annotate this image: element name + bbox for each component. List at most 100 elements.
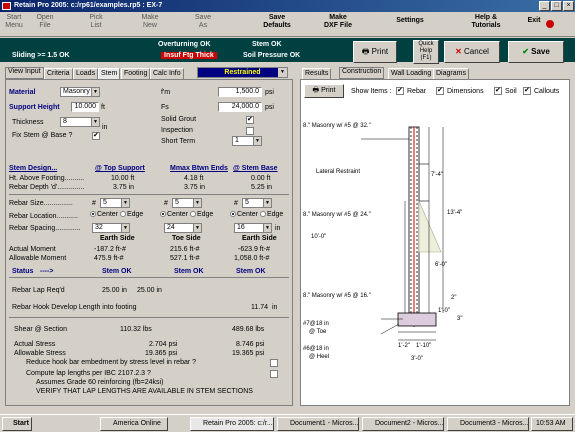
check-icon: ✔ [522,47,529,56]
pick-list-button[interactable]: Pick List [84,14,108,35]
callouts-checkbox[interactable]: ✔ [523,87,531,95]
chevron-down-icon: ▼ [121,199,129,207]
location-radio-2[interactable]: Center Edge [160,211,213,218]
divider [9,194,289,195]
print-button[interactable]: 🖶 Print [353,41,397,63]
printer-icon: 🖶 [361,47,370,56]
taskbar-item-document2[interactable]: Document2 - Micros... [362,417,444,431]
stem-status: Stem OK [252,41,282,48]
callout-base: 8." Masonry w/ #5 @ 16." [303,293,371,299]
taskbar-item-document3[interactable]: Document3 - Micros... [447,417,529,431]
tab-footing[interactable]: Footing [121,68,151,79]
minimize-button[interactable]: _ [539,1,550,11]
taskbar: Start America Online Retain Pro 2005: c:… [0,414,575,432]
window-title: Retain Pro 2005: c:/rp61/examples.rp5 : … [0,0,575,12]
help-tutorials-button[interactable]: Help & Tutorials [466,14,506,35]
x-icon: ✕ [455,47,462,56]
overturning-status: Overturning OK [158,41,211,48]
fm-input[interactable]: 1,500.0 [218,87,262,97]
callout-mid: 8." Masonry w/ #5 @ 24." [303,212,371,218]
tab-stem[interactable]: Stem [98,68,121,79]
drawing-print-button[interactable]: 🖶 Print [304,84,344,98]
exit-button[interactable]: Exit [524,14,544,35]
inspection-label: Inspection [161,127,193,134]
taskbar-item-aol[interactable]: America Online [100,417,168,431]
save-button[interactable]: ✔ Save [508,41,564,63]
soil-status: Soil Pressure OK [243,52,301,59]
rebar-size-select-2[interactable]: 5 ▼ [172,198,202,208]
cancel-button[interactable]: ✕ Cancel [444,41,500,63]
short-term-select[interactable]: 1 ▼ [232,136,262,146]
support-height-input[interactable]: 10.000 [71,102,99,112]
inspection-checkbox[interactable] [246,127,254,135]
app-icon [2,2,11,10]
fix-stem-checkbox[interactable]: ✔ [92,132,100,140]
material-select[interactable]: Masonry ▼ [60,87,100,97]
restrained-select[interactable]: Restrained ▼ [197,67,288,78]
tab-wall-loading[interactable]: Wall Loading [388,68,435,79]
tab-results[interactable]: Results [302,68,332,79]
taskbar-item-retainpro[interactable]: Retain Pro 2005: c:/r... [190,417,274,431]
close-window-button[interactable]: × [563,1,574,11]
make-new-button[interactable]: Make New [138,14,162,35]
col-mmax: Mmax Btwn Ends [170,165,228,172]
make-dxf-button[interactable]: Make DXF File [320,14,356,35]
maximize-button[interactable]: □ [551,1,562,11]
rebar-spacing-select-3[interactable]: 16 ▼ [234,223,272,233]
tab-loads[interactable]: Loads [73,68,99,79]
construction-drawing-panel: 🖶 Print Show Items : ✔ Rebar ✔ Dimension… [300,79,570,406]
chevron-down-icon: ▼ [278,68,287,77]
soil-checkbox[interactable]: ✔ [494,87,502,95]
chevron-down-icon: ▼ [121,224,129,232]
col-top-support: @ Top Support [95,165,145,172]
rebar-spacing-select-1[interactable]: 32 ▼ [92,223,130,233]
fm-label: f'm [161,89,171,96]
location-radio-3[interactable]: Center Edge [230,211,283,218]
chevron-down-icon: ▼ [253,137,261,145]
quick-help-button[interactable]: Quick Help (F1) [413,40,439,64]
solid-grout-label: Solid Grout [161,116,197,123]
reduce-hook-checkbox[interactable] [270,359,278,367]
chevron-down-icon: ▼ [263,199,271,207]
open-file-button[interactable]: Open File [33,14,57,35]
wall-section-drawing [361,126,444,341]
save-defaults-button[interactable]: Save Defaults [259,14,295,35]
tab-diagrams[interactable]: Diagrams [433,68,469,79]
rebar-size-select-1[interactable]: 5 ▼ [100,198,130,208]
solid-grout-checkbox[interactable]: ✔ [246,116,254,124]
short-term-label: Short Term [161,138,196,145]
tab-calc-info[interactable]: Calc Info [150,68,184,79]
lateral-restraint-label: Lateral Restraint [316,169,361,175]
thickness-select[interactable]: 8 ▼ [60,117,100,127]
toolbar: Start Menu Open File Pick List Make New … [0,12,575,37]
dimensions-checkbox[interactable]: ✔ [436,87,444,95]
location-radio-1[interactable]: Center Edge [90,211,143,218]
tab-criteria[interactable]: Criteria [44,68,73,79]
compute-lap-checkbox[interactable] [270,370,278,378]
start-menu-button[interactable]: Start Menu [2,14,26,35]
chevron-down-icon: ▼ [263,224,271,232]
chevron-down-icon: ▼ [91,88,99,96]
exit-icon [546,20,554,28]
chevron-down-icon: ▼ [193,224,201,232]
support-height-label: Support Height [9,104,60,111]
material-label: Material [9,89,36,96]
fs-input[interactable]: 24,000.0 [218,102,262,112]
fix-stem-label: Fix Stem @ Base ? [12,132,73,139]
printer-icon: 🖶 [312,87,320,94]
clock: 10:53 AM [531,417,573,431]
rebar-spacing-select-2[interactable]: 24 ▼ [164,223,202,233]
settings-button[interactable]: Settings [392,14,428,35]
save-as-button[interactable]: Save As [191,14,215,35]
stem-input-panel: Material Masonry ▼ f'm 1,500.0 psi Suppor… [5,79,293,406]
taskbar-item-document1[interactable]: Document1 - Micros... [277,417,359,431]
thickness-label: Thickness [12,119,44,126]
start-button[interactable]: Start [2,417,32,431]
tab-construction[interactable]: Construction [339,67,385,79]
insuf-ftg-status: Insuf Ftg Thick [161,52,217,59]
rebar-checkbox[interactable]: ✔ [396,87,404,95]
chevron-down-icon: ▼ [91,118,99,126]
stem-design-header: Stem Design... [9,165,58,172]
rebar-size-select-3[interactable]: 5 ▼ [242,198,272,208]
tab-view-input[interactable]: View Input [5,67,44,79]
